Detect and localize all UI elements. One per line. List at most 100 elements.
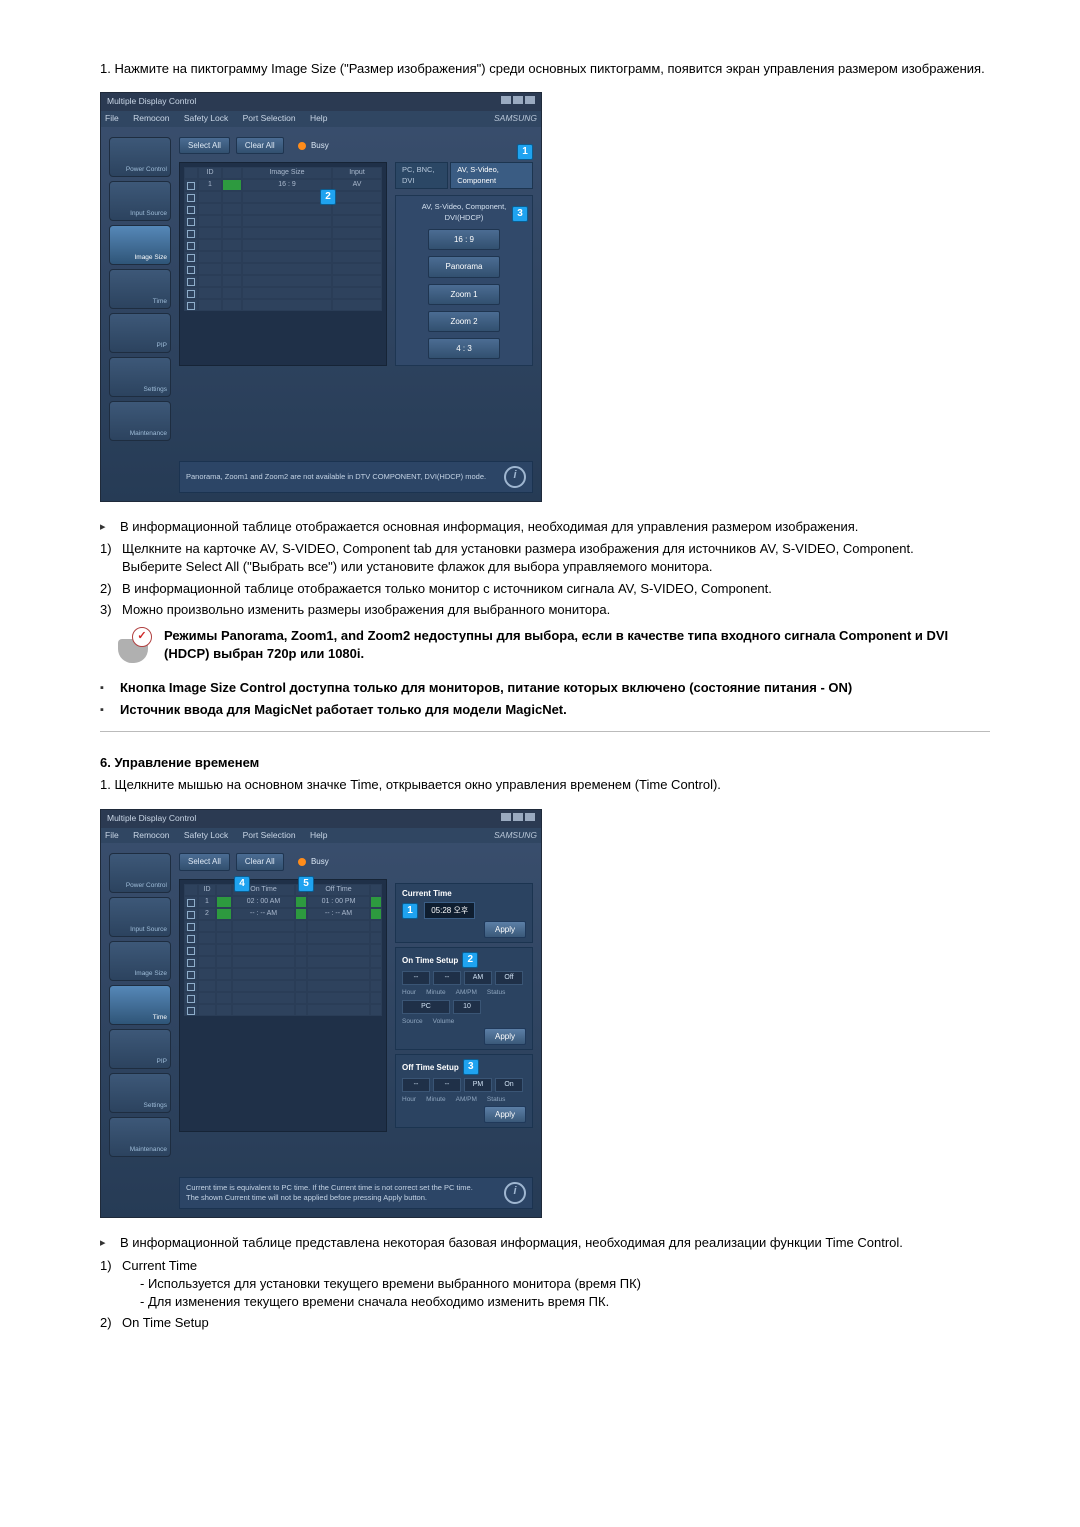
on-minute-select[interactable]: -- — [433, 971, 461, 985]
row-input: AV — [332, 179, 382, 191]
panel-subheader: AV, S-Video, Component, DVI(HDCP) 3 16 :… — [395, 195, 533, 366]
col-id: ID — [198, 167, 222, 179]
brand-label: SAMSUNG — [494, 113, 537, 125]
menu-safety-lock[interactable]: Safety Lock — [184, 830, 228, 840]
select-all-button[interactable]: Select All — [179, 853, 230, 870]
off-status-select[interactable]: On — [495, 1078, 523, 1092]
window-titlebar: Multiple Display Control — [101, 810, 541, 828]
clear-all-button[interactable]: Clear All — [236, 853, 284, 870]
sidebar-item-power[interactable]: Power Control — [109, 853, 171, 893]
off-time-setup-panel: Off Time Setup 3 -- -- PM On HourMinuteA… — [395, 1054, 533, 1128]
callout-5: 5 — [298, 876, 314, 892]
after-shot1-n1: 1) Щелкните на карточке AV, S-VIDEO, Com… — [100, 540, 990, 576]
sidebar-item-settings[interactable]: Settings — [109, 357, 171, 397]
footer-bar: Panorama, Zoom1 and Zoom2 are not availa… — [179, 461, 533, 493]
after-shot1-n3: 3)Можно произвольно изменить размеры изо… — [100, 601, 990, 619]
sidebar-item-image-size[interactable]: Image Size — [109, 225, 171, 265]
section-6-heading: 6. Управление временем — [100, 754, 990, 772]
separator — [100, 731, 990, 732]
option-zoom2[interactable]: Zoom 2 — [428, 311, 500, 332]
on-time-setup-panel: On Time Setup 2 -- -- AM Off HourMinuteA… — [395, 947, 533, 1050]
menu-help[interactable]: Help — [310, 113, 327, 123]
menubar: File Remocon Safety Lock Port Selection … — [101, 111, 541, 127]
off-minute-select[interactable]: -- — [433, 1078, 461, 1092]
menu-port-selection[interactable]: Port Selection — [243, 113, 296, 123]
sidebar-item-image-size[interactable]: Image Size — [109, 941, 171, 981]
sidebar-item-input-source[interactable]: Input Source — [109, 181, 171, 221]
sidebar-item-power[interactable]: Power Control — [109, 137, 171, 177]
sidebar-item-maintenance[interactable]: Maintenance — [109, 401, 171, 441]
status-indicator-icon — [216, 896, 232, 908]
info-icon: i — [504, 466, 526, 488]
brand-label: SAMSUNG — [494, 830, 537, 842]
window-title: Multiple Display Control — [107, 96, 196, 108]
option-panorama[interactable]: Panorama — [428, 256, 500, 277]
intro-paragraph: 1. Нажмите на пиктограмму Image Size ("Р… — [100, 60, 990, 78]
busy-indicator: Busy — [298, 856, 329, 867]
col-image-size: Image Size — [242, 167, 332, 179]
tab-pc-bnc-dvi[interactable]: PC, BNC, DVI — [395, 162, 448, 189]
sidebar-item-maintenance[interactable]: Maintenance — [109, 1117, 171, 1157]
sidebar-item-time[interactable]: Time — [109, 985, 171, 1025]
callout-2: 2 — [320, 189, 336, 205]
apply-button[interactable]: Apply — [484, 921, 526, 938]
row-check[interactable] — [184, 179, 198, 191]
apply-button[interactable]: Apply — [484, 1028, 526, 1045]
menu-remocon[interactable]: Remocon — [133, 113, 169, 123]
col-id: ID — [198, 884, 216, 896]
note-pin-icon — [118, 627, 152, 667]
callout-2: 2 — [462, 952, 478, 968]
footer-text: Panorama, Zoom1 and Zoom2 are not availa… — [186, 472, 486, 483]
off-ampm-select[interactable]: PM — [464, 1078, 492, 1092]
col-off-time: Off Time — [307, 884, 370, 896]
callout-1: 1 — [402, 903, 418, 919]
menu-remocon[interactable]: Remocon — [133, 830, 169, 840]
arrow-icon: ▪ — [100, 701, 120, 718]
window-buttons[interactable] — [499, 96, 535, 108]
menu-safety-lock[interactable]: Safety Lock — [184, 113, 228, 123]
callout-3: 3 — [512, 206, 528, 222]
intro-text: Нажмите на пиктограмму Image Size ("Разм… — [114, 61, 984, 76]
sidebar-item-time[interactable]: Time — [109, 269, 171, 309]
menu-file[interactable]: File — [105, 830, 119, 840]
tab-av-svideo-component[interactable]: AV, S-Video, Component — [450, 162, 533, 189]
on-hour-select[interactable]: -- — [402, 971, 430, 985]
busy-dot-icon — [298, 858, 306, 866]
window-titlebar: Multiple Display Control — [101, 93, 541, 111]
apply-button[interactable]: Apply — [484, 1106, 526, 1123]
row-image-size: 16 : 9 — [242, 179, 332, 191]
callout-1: 1 — [517, 144, 533, 160]
arrow-icon: ▸ — [100, 518, 120, 535]
on-ampm-select[interactable]: AM — [464, 971, 492, 985]
select-all-button[interactable]: Select All — [179, 137, 230, 154]
on-source-select[interactable]: PC — [402, 1000, 450, 1014]
clear-all-button[interactable]: Clear All — [236, 137, 284, 154]
footer-line1: Current time is equivalent to PC time. I… — [186, 1183, 473, 1194]
menu-port-selection[interactable]: Port Selection — [243, 830, 296, 840]
info-table: ID Image Size Input 1 16 : 9 AV — [179, 162, 387, 366]
menu-file[interactable]: File — [105, 113, 119, 123]
option-4-3[interactable]: 4 : 3 — [428, 338, 500, 359]
off-hour-select[interactable]: -- — [402, 1078, 430, 1092]
status-indicator-icon — [222, 179, 242, 191]
col-check[interactable] — [184, 167, 198, 179]
arrow-icon: ▪ — [100, 679, 120, 696]
sidebar-item-pip[interactable]: PIP — [109, 313, 171, 353]
window-buttons[interactable] — [499, 813, 535, 825]
arrow-icon: ▸ — [100, 1234, 120, 1251]
on-status-select[interactable]: Off — [495, 971, 523, 985]
screenshot-image-size: Multiple Display Control File Remocon Sa… — [100, 92, 542, 502]
menu-help[interactable]: Help — [310, 830, 327, 840]
after-shot2-n1: 1) Current Time - Используется для устан… — [100, 1257, 990, 1312]
current-time-value: 05:28 오후 — [424, 902, 475, 919]
option-zoom1[interactable]: Zoom 1 — [428, 284, 500, 305]
after-shot1-n2: 2)В информационной таблице отображается … — [100, 580, 990, 598]
sidebar-item-pip[interactable]: PIP — [109, 1029, 171, 1069]
on-volume-select[interactable]: 10 — [453, 1000, 481, 1014]
sidebar-item-input-source[interactable]: Input Source — [109, 897, 171, 937]
sidebar-item-settings[interactable]: Settings — [109, 1073, 171, 1113]
window-title: Multiple Display Control — [107, 813, 196, 825]
option-16-9[interactable]: 16 : 9 — [428, 229, 500, 250]
footer-line2: The shown Current time will not be appli… — [186, 1193, 473, 1204]
busy-indicator: Busy — [298, 140, 329, 151]
